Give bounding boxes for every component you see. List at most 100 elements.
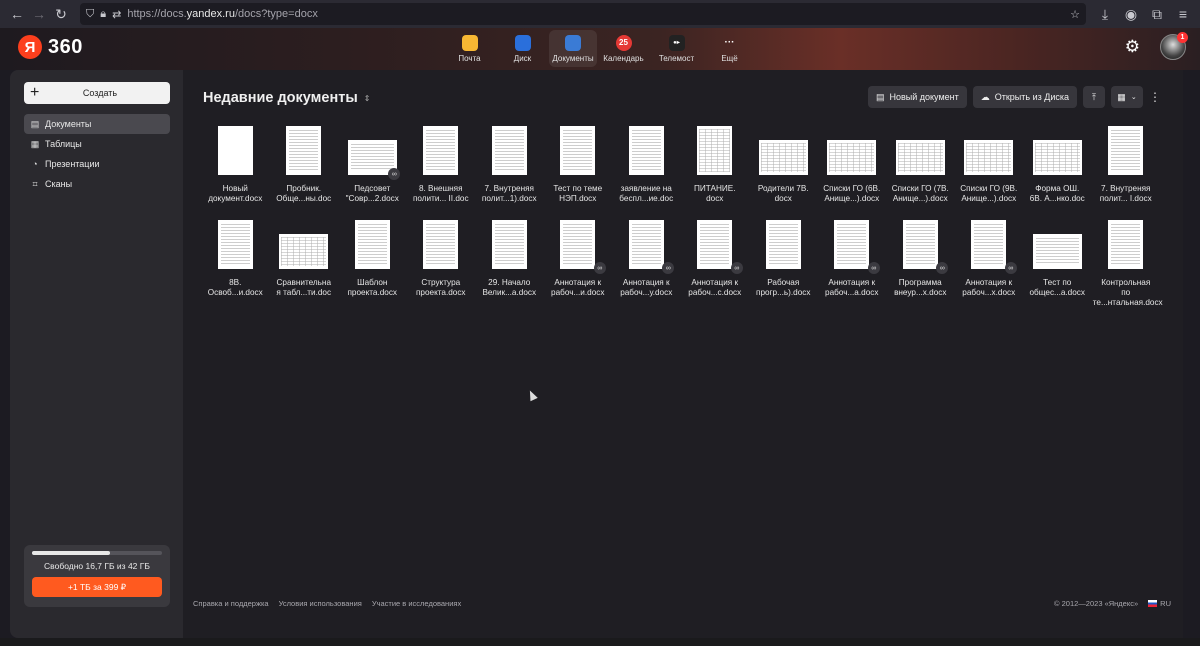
sidebar-item-presentation[interactable]: ◔ Презентации bbox=[24, 154, 170, 174]
new-document-button[interactable]: ▤ Новый документ bbox=[867, 86, 967, 108]
document-card[interactable]: ∞ Аннотация к рабоч...и.docx bbox=[544, 220, 613, 308]
document-card[interactable]: ∞ Аннотация к рабоч...а.docx bbox=[818, 220, 887, 308]
document-name[interactable]: Аннотация к рабоч...х.docx bbox=[956, 278, 1022, 298]
document-name[interactable]: Списки ГО (6В. Анище...).docx bbox=[819, 184, 885, 204]
yandex-360-logo[interactable]: Я 360 bbox=[18, 35, 83, 59]
document-thumbnail[interactable] bbox=[765, 220, 801, 269]
document-thumbnail[interactable] bbox=[964, 140, 1014, 175]
lock-icon[interactable]: 🔒︎ bbox=[100, 8, 106, 21]
document-card[interactable]: заявление на беспл...ие.doc bbox=[612, 126, 681, 214]
service-telemost[interactable]: ●▸ Телемост bbox=[650, 30, 703, 67]
footer-link[interactable]: Участие в исследованиях bbox=[372, 599, 461, 608]
document-name[interactable]: 8. Внешняя полити... II.doc bbox=[408, 184, 474, 204]
document-name[interactable]: Новый документ.docx bbox=[202, 184, 268, 204]
document-thumbnail[interactable] bbox=[560, 126, 596, 175]
settings-gear-icon[interactable]: ⚙ bbox=[1125, 37, 1140, 57]
address-bar[interactable]: ⛉ 🔒︎ ⇄ https://docs.yandex.ru/docs?type=… bbox=[80, 3, 1086, 25]
document-card[interactable]: Новый документ.docx bbox=[201, 126, 270, 214]
service-docs[interactable]: Документы bbox=[549, 30, 597, 67]
document-name[interactable]: 7. Внутреняя полит...1).docx bbox=[476, 184, 542, 204]
document-card[interactable]: ∞ Аннотация к рабоч...х.docx bbox=[955, 220, 1024, 308]
document-thumbnail[interactable] bbox=[423, 220, 459, 269]
document-thumbnail[interactable] bbox=[1108, 126, 1144, 175]
document-thumbnail[interactable] bbox=[1032, 140, 1082, 175]
document-thumbnail[interactable] bbox=[491, 126, 527, 175]
document-card[interactable]: 29. Начало Велик...а.docx bbox=[475, 220, 544, 308]
document-name[interactable]: Рабочая прогр...ь).docx bbox=[750, 278, 816, 298]
document-name[interactable]: Списки ГО (9В. Анище...).docx bbox=[956, 184, 1022, 204]
document-thumbnail[interactable] bbox=[628, 126, 664, 175]
document-thumbnail[interactable] bbox=[697, 220, 733, 269]
service-more[interactable]: ··· Ещё bbox=[703, 30, 756, 67]
document-name[interactable]: Тест по общес...а.docx bbox=[1024, 278, 1090, 298]
document-name[interactable]: Аннотация к рабоч...и.docx bbox=[545, 278, 611, 298]
document-name[interactable]: Форма ОШ. 6В. А...нко.doc bbox=[1024, 184, 1090, 204]
document-card[interactable]: ∞ Аннотация к рабоч...у.docx bbox=[612, 220, 681, 308]
download-icon[interactable]: ⤓ bbox=[1094, 3, 1116, 25]
extensions-icon[interactable]: ⧉ bbox=[1146, 3, 1168, 25]
document-name[interactable]: 29. Начало Велик...а.docx bbox=[476, 278, 542, 298]
document-name[interactable]: заявление на беспл...ие.doc bbox=[613, 184, 679, 204]
document-name[interactable]: 7. Внутреняя полит... I.docx bbox=[1093, 184, 1159, 204]
sort-icon[interactable]: ⇕ bbox=[364, 94, 371, 103]
view-mode-button[interactable]: ▦ ⌄ bbox=[1111, 86, 1143, 108]
permissions-icon[interactable]: ⇄ bbox=[112, 8, 121, 21]
footer-link[interactable]: Условия использования bbox=[279, 599, 362, 608]
document-thumbnail[interactable] bbox=[1108, 220, 1144, 269]
document-card[interactable]: Контрольная по те...нтальная.docx bbox=[1092, 220, 1163, 308]
document-thumbnail[interactable] bbox=[217, 220, 253, 269]
more-options-icon[interactable]: ⋮ bbox=[1149, 90, 1161, 104]
shield-icon[interactable]: ⛉ bbox=[86, 8, 94, 21]
document-thumbnail[interactable] bbox=[895, 140, 945, 175]
document-card[interactable]: Структура проекта.docx bbox=[407, 220, 476, 308]
document-card[interactable]: Списки ГО (6В. Анище...).docx bbox=[818, 126, 887, 214]
document-card[interactable]: 8. Внешняя полити... II.doc bbox=[407, 126, 476, 214]
document-thumbnail[interactable] bbox=[217, 126, 253, 175]
document-name[interactable]: Аннотация к рабоч...с.docx bbox=[682, 278, 748, 298]
document-thumbnail[interactable] bbox=[902, 220, 938, 269]
document-thumbnail[interactable] bbox=[628, 220, 664, 269]
document-name[interactable]: Списки ГО (7В. Анище...).docx bbox=[887, 184, 953, 204]
forward-icon[interactable]: → bbox=[28, 3, 50, 25]
document-name[interactable]: ПИТАНИЕ. docx bbox=[682, 184, 748, 204]
avatar[interactable]: 1 bbox=[1160, 32, 1188, 60]
document-name[interactable]: Пробник. Обще...ны.doc bbox=[271, 184, 337, 204]
document-name[interactable]: Программа внеур...х.docx bbox=[887, 278, 953, 298]
document-thumbnail[interactable] bbox=[560, 220, 596, 269]
document-name[interactable]: Аннотация к рабоч...а.docx bbox=[819, 278, 885, 298]
document-thumbnail[interactable] bbox=[834, 220, 870, 269]
document-card[interactable]: Пробник. Обще...ны.doc bbox=[270, 126, 339, 214]
open-from-disk-button[interactable]: ☁ Открыть из Диска bbox=[972, 86, 1077, 108]
reload-icon[interactable]: ↻ bbox=[50, 3, 72, 25]
document-card[interactable]: ∞ Педсовет "Совр...2.docx bbox=[338, 126, 407, 214]
document-name[interactable]: Сравнительна я табл...ти.doc bbox=[271, 278, 337, 298]
language-switch[interactable]: RU bbox=[1160, 599, 1171, 608]
create-button[interactable]: + Создать bbox=[24, 82, 170, 104]
document-name[interactable]: 8В. Освоб...и.docx bbox=[202, 278, 268, 298]
footer-link[interactable]: Справка и поддержка bbox=[193, 599, 269, 608]
document-name[interactable]: Шаблон проекта.docx bbox=[339, 278, 405, 298]
document-thumbnail[interactable] bbox=[758, 140, 808, 175]
document-name[interactable]: Родители 7В. docx bbox=[750, 184, 816, 204]
sidebar-item-document[interactable]: ▤ Документы bbox=[24, 114, 170, 134]
menu-icon[interactable]: ≡ bbox=[1172, 3, 1194, 25]
document-card[interactable]: ∞ Аннотация к рабоч...с.docx bbox=[681, 220, 750, 308]
back-icon[interactable]: ← bbox=[6, 3, 28, 25]
document-thumbnail[interactable] bbox=[827, 140, 877, 175]
document-thumbnail[interactable] bbox=[1032, 234, 1082, 269]
document-card[interactable]: 7. Внутреняя полит...1).docx bbox=[475, 126, 544, 214]
document-card[interactable]: Списки ГО (7В. Анище...).docx bbox=[886, 126, 955, 214]
sidebar-item-table[interactable]: ▦ Таблицы bbox=[24, 134, 170, 154]
document-thumbnail[interactable] bbox=[286, 126, 322, 175]
document-card[interactable]: Тест по теме НЭП.docx bbox=[544, 126, 613, 214]
document-card[interactable]: Родители 7В. docx bbox=[749, 126, 818, 214]
document-card[interactable]: Шаблон проекта.docx bbox=[338, 220, 407, 308]
document-thumbnail[interactable] bbox=[971, 220, 1007, 269]
document-card[interactable]: ПИТАНИЕ. docx bbox=[681, 126, 750, 214]
russia-flag-icon[interactable] bbox=[1148, 600, 1158, 607]
document-name[interactable]: Структура проекта.docx bbox=[408, 278, 474, 298]
sidebar-item-scan[interactable]: ⌗ Сканы bbox=[24, 174, 170, 194]
document-card[interactable]: Форма ОШ. 6В. А...нко.doc bbox=[1023, 126, 1092, 214]
document-card[interactable]: ∞ Программа внеур...х.docx bbox=[886, 220, 955, 308]
upload-button[interactable]: ⤒ bbox=[1083, 86, 1105, 108]
